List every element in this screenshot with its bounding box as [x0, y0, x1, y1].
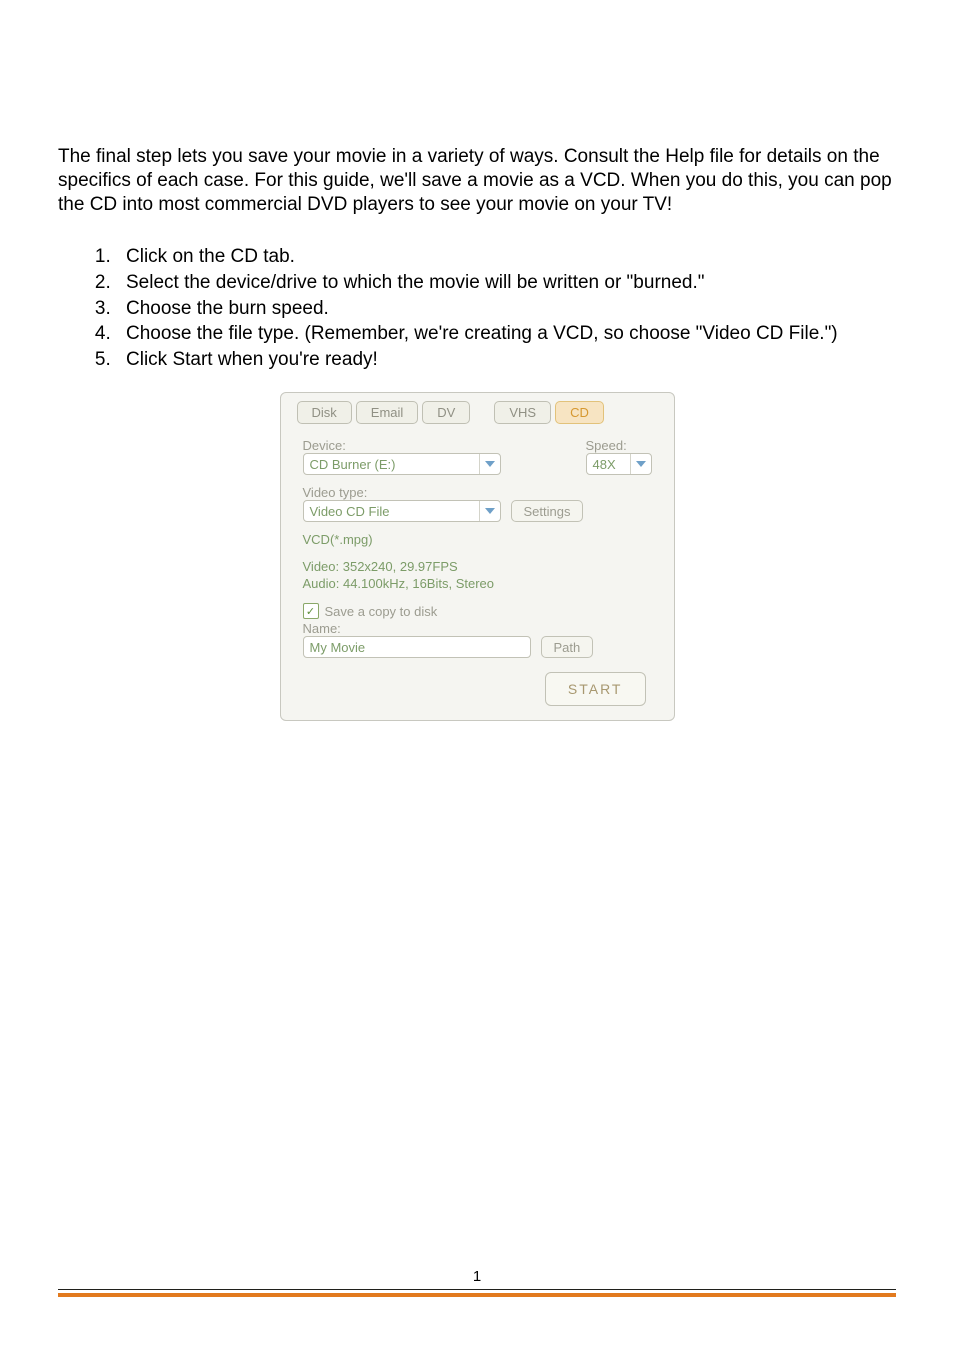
- step-item: Choose the burn speed.: [116, 296, 896, 322]
- device-label: Device:: [303, 438, 576, 453]
- video-info: Video: 352x240, 29.97FPS: [303, 559, 652, 576]
- tab-email[interactable]: Email: [356, 401, 419, 424]
- save-copy-checkbox[interactable]: ✓: [303, 603, 319, 619]
- video-type-row: Video CD File Settings: [303, 500, 652, 522]
- panel-body: Device: CD Burner (E:) Speed: 48X: [281, 430, 674, 706]
- device-value: CD Burner (E:): [304, 457, 479, 472]
- tab-cd[interactable]: CD: [555, 401, 604, 424]
- device-select[interactable]: CD Burner (E:): [303, 453, 501, 475]
- settings-button[interactable]: Settings: [511, 500, 584, 522]
- start-button[interactable]: START: [545, 672, 646, 706]
- name-label: Name:: [303, 621, 652, 636]
- path-button[interactable]: Path: [541, 636, 594, 658]
- format-line: VCD(*.mpg): [303, 532, 652, 549]
- device-speed-row: Device: CD Burner (E:) Speed: 48X: [303, 434, 652, 475]
- steps-list: Click on the CD tab. Select the device/d…: [88, 244, 896, 372]
- save-copy-row: ✓ Save a copy to disk: [303, 603, 652, 619]
- speed-value: 48X: [587, 457, 630, 472]
- media-info: Video: 352x240, 29.97FPS Audio: 44.100kH…: [303, 559, 652, 593]
- footer-divider: [58, 1289, 896, 1297]
- app-panel: Disk Email DV VHS CD Device: CD Burner (…: [280, 392, 675, 721]
- name-input[interactable]: My Movie: [303, 636, 531, 658]
- name-value: My Movie: [310, 640, 366, 655]
- document-page: The final step lets you save your movie …: [0, 0, 954, 1351]
- dropdown-arrow-icon: [479, 454, 500, 474]
- step-item: Select the device/drive to which the mov…: [116, 270, 896, 296]
- step-item: Click on the CD tab.: [116, 244, 896, 270]
- intro-paragraph: The final step lets you save your movie …: [58, 145, 896, 216]
- tab-disk[interactable]: Disk: [297, 401, 352, 424]
- screenshot-wrapper: Disk Email DV VHS CD Device: CD Burner (…: [58, 392, 896, 721]
- name-row: My Movie Path: [303, 636, 652, 658]
- step-item: Choose the file type. (Remember, we're c…: [116, 321, 896, 347]
- dropdown-arrow-icon: [630, 454, 651, 474]
- dropdown-arrow-icon: [479, 501, 500, 521]
- video-type-value: Video CD File: [304, 504, 479, 519]
- video-type-select[interactable]: Video CD File: [303, 500, 501, 522]
- tab-vhs[interactable]: VHS: [494, 401, 551, 424]
- start-row: START: [303, 672, 652, 706]
- tab-row: Disk Email DV VHS CD: [281, 401, 674, 430]
- page-footer: 1: [58, 1268, 896, 1297]
- page-number: 1: [58, 1268, 896, 1285]
- step-item: Click Start when you're ready!: [116, 347, 896, 373]
- speed-select[interactable]: 48X: [586, 453, 652, 475]
- save-copy-label: Save a copy to disk: [325, 604, 438, 619]
- tab-dv[interactable]: DV: [422, 401, 470, 424]
- video-type-label: Video type:: [303, 485, 652, 500]
- speed-label: Speed:: [586, 438, 652, 453]
- audio-info: Audio: 44.100kHz, 16Bits, Stereo: [303, 576, 652, 593]
